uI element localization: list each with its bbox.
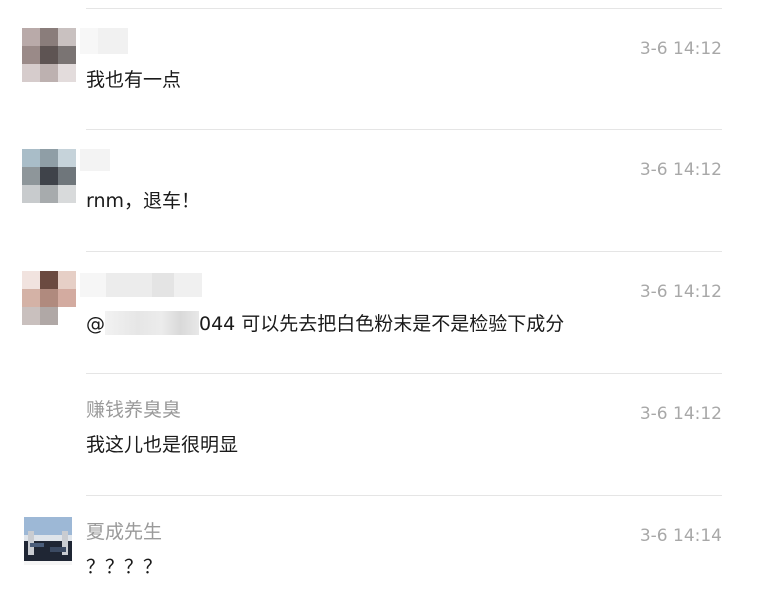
username-blurred[interactable] [80, 273, 202, 299]
username-blurred[interactable] [80, 28, 128, 54]
comment-timestamp: 3-6 14:14 [639, 526, 722, 546]
avatar[interactable] [22, 149, 76, 203]
avatar-mosaic-cell [22, 307, 40, 325]
avatar-mosaic-cell [58, 185, 76, 203]
avatar-mosaic-cell [22, 167, 40, 185]
avatar-mosaic-cell [40, 149, 58, 167]
avatar-mosaic-cell [40, 167, 58, 185]
comment-timestamp: 3-6 14:12 [639, 404, 722, 424]
avatar-mosaic-cell [22, 64, 40, 82]
comment-username[interactable]: 赚钱养臭臭 [86, 399, 181, 421]
mention-symbol: @ [86, 313, 105, 335]
comment-timestamp: 3-6 14:12 [639, 282, 722, 302]
comment-item: 赚钱养臭臭 3-6 14:12 我这儿也是很明显 [0, 373, 777, 491]
avatar-mosaic-cell [40, 64, 58, 82]
comment-timestamp: 3-6 14:12 [639, 39, 722, 59]
comment-text: @044 可以先去把白色粉末是不是检验下成分 [86, 311, 564, 336]
avatar-mosaic-cell [22, 271, 40, 289]
comment-item: 夏成先生 3-6 14:14 ？？？？ [0, 495, 777, 613]
avatar-mosaic-cell [40, 46, 58, 64]
avatar-mosaic-cell [58, 167, 76, 185]
avatar-mosaic-cell [40, 185, 58, 203]
avatar-mosaic-cell [58, 46, 76, 64]
mention-username-blurred[interactable] [105, 311, 199, 335]
avatar-mosaic-cell [58, 271, 76, 289]
avatar-mosaic-cell [40, 271, 58, 289]
avatar[interactable] [22, 28, 76, 82]
username-blurred[interactable] [80, 149, 110, 175]
comment-item: 3-6 14:12 @044 可以先去把白色粉末是不是检验下成分 [0, 251, 777, 369]
avatar-mosaic-cell [58, 28, 76, 46]
avatar-mosaic-cell [40, 28, 58, 46]
comment-item: 3-6 14:12 我也有一点 [0, 8, 777, 126]
avatar-mosaic-cell [22, 289, 40, 307]
comment-text: rnm，退车！ [86, 190, 201, 212]
avatar[interactable] [22, 271, 76, 325]
avatar[interactable] [24, 517, 72, 565]
comment-timestamp: 3-6 14:12 [639, 160, 722, 180]
avatar-mosaic-cell [40, 307, 58, 325]
comment-text: 我也有一点 [86, 69, 182, 91]
comment-text: 我这儿也是很明显 [86, 434, 239, 456]
avatar-mosaic-cell [58, 64, 76, 82]
avatar-mosaic-cell [22, 46, 40, 64]
avatar-mosaic-cell [58, 307, 76, 325]
avatar-mosaic-cell [40, 289, 58, 307]
avatar-mosaic-cell [58, 289, 76, 307]
avatar-image [24, 517, 72, 565]
comment-text: ？？？？ [86, 556, 163, 578]
comment-username[interactable]: 夏成先生 [86, 521, 162, 543]
avatar-mosaic-cell [22, 149, 40, 167]
comment-item: 3-6 14:12 rnm，退车！ [0, 129, 777, 247]
avatar-mosaic-cell [22, 185, 40, 203]
comment-list: 3-6 14:12 我也有一点 3-6 14:12 rnm，退车！ 3-6 14… [0, 0, 777, 592]
avatar-mosaic-cell [22, 28, 40, 46]
avatar-mosaic-cell [58, 149, 76, 167]
comment-text-body: 044 可以先去把白色粉末是不是检验下成分 [199, 313, 565, 335]
